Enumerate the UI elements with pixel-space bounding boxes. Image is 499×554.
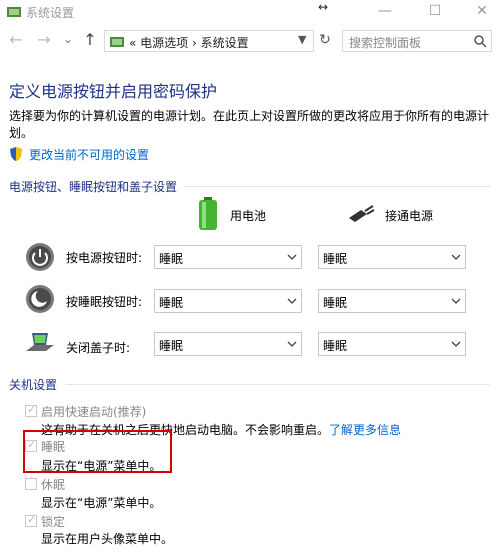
section-divider: [184, 186, 490, 187]
fast-startup-label: 启用快速启动(推荐): [41, 405, 147, 419]
sleep-highlight-box: [23, 430, 172, 473]
power-button-plugged-select[interactable]: 睡眠: [318, 245, 466, 269]
select-value: 睡眠: [323, 339, 348, 353]
checkmark-icon: ✓: [27, 403, 37, 416]
close-lid-plugged-select[interactable]: 睡眠: [318, 332, 466, 356]
lock-checkbox[interactable]: ✓: [25, 513, 37, 527]
plug-icon: [349, 205, 375, 222]
refresh-button[interactable]: ↻: [316, 30, 334, 52]
laptop-lid-icon: [26, 333, 54, 351]
power-button-icon: [26, 243, 54, 271]
chevron-down-icon: [287, 341, 297, 347]
up-button[interactable]: ↑: [80, 30, 100, 49]
power-button-battery-select[interactable]: 睡眠: [154, 245, 302, 269]
lock-option-description: 显示在用户头像菜单中。: [41, 532, 174, 546]
sleep-button-plugged-select[interactable]: 睡眠: [318, 289, 466, 313]
breadcrumb-item-system-settings[interactable]: 系统设置: [201, 36, 249, 50]
page-description: 选择要为你的计算机设置的电源计划。在此页上对设置所做的更改将应用于你所有的电源计…: [9, 109, 490, 140]
breadcrumb-item-power-options[interactable]: 电源选项: [140, 36, 188, 50]
learn-more-link[interactable]: 了解更多信息: [329, 423, 401, 437]
plugged-in-header: 接通电源: [385, 209, 434, 223]
hibernate-option-description: 显示在“电源”菜单中。: [41, 496, 162, 510]
chevron-down-icon: [451, 341, 461, 347]
search-icon[interactable]: [473, 34, 487, 48]
chevron-down-icon: [451, 254, 461, 260]
close-lid-battery-select[interactable]: 睡眠: [154, 332, 302, 356]
lock-option-label: 锁定: [41, 515, 66, 529]
select-value: 睡眠: [159, 339, 184, 353]
power-button-label: 按电源按钮时:: [66, 251, 143, 265]
fast-startup-checkbox[interactable]: ✓: [25, 403, 37, 417]
resize-cursor-icon: ↔: [318, 0, 329, 14]
page-title: 定义电源按钮并启用密码保护: [9, 82, 218, 101]
address-bar[interactable]: « 电源选项 › 系统设置: [104, 30, 314, 52]
checkmark-icon: ✓: [27, 513, 37, 526]
chevron-down-icon: [287, 298, 297, 304]
close-button[interactable]: ✕: [468, 2, 496, 22]
hibernate-option-label: 休眠: [41, 478, 66, 492]
power-buttons-section-heading: 电源按钮、睡眠按钮和盖子设置: [9, 180, 178, 194]
address-dropdown-icon[interactable]: ▼: [298, 33, 306, 46]
shutdown-section-heading: 关机设置: [9, 378, 58, 392]
hibernate-checkbox[interactable]: [25, 478, 37, 490]
search-box[interactable]: 搜索控制面板: [342, 30, 492, 52]
control-panel-icon: [110, 37, 124, 47]
on-battery-header: 用电池: [230, 209, 267, 223]
chevron-down-icon: [451, 298, 461, 304]
forward-button[interactable]: →: [34, 30, 54, 49]
shield-icon: [10, 147, 22, 161]
sleep-button-icon: [26, 285, 54, 313]
control-panel-icon: [7, 7, 21, 17]
change-settings-link[interactable]: 更改当前不可用的设置: [29, 146, 149, 163]
back-button[interactable]: ←: [6, 30, 26, 49]
select-value: 睡眠: [159, 296, 184, 310]
select-value: 睡眠: [323, 252, 348, 266]
maximize-button[interactable]: ☐: [421, 2, 449, 22]
sleep-button-battery-select[interactable]: 睡眠: [154, 289, 302, 313]
breadcrumb-separator: ›: [192, 36, 197, 50]
window-title: 系统设置: [26, 6, 75, 20]
battery-icon: [199, 197, 217, 230]
minimize-button[interactable]: —: [371, 2, 399, 22]
recent-locations-button[interactable]: ⌄: [58, 32, 78, 46]
close-lid-label: 关闭盖子时:: [66, 341, 131, 355]
title-bar: 系统设置 ↔ — ☐ ✕: [0, 0, 499, 24]
breadcrumb: « 电源选项 › 系统设置: [129, 34, 249, 51]
chevron-down-icon: [287, 254, 297, 260]
sleep-button-label: 按睡眠按钮时:: [66, 295, 143, 309]
select-value: 睡眠: [323, 296, 348, 310]
address-prefix: «: [129, 36, 137, 50]
select-value: 睡眠: [159, 252, 184, 266]
search-input[interactable]: 搜索控制面板: [349, 34, 421, 51]
section-divider: [66, 384, 490, 385]
